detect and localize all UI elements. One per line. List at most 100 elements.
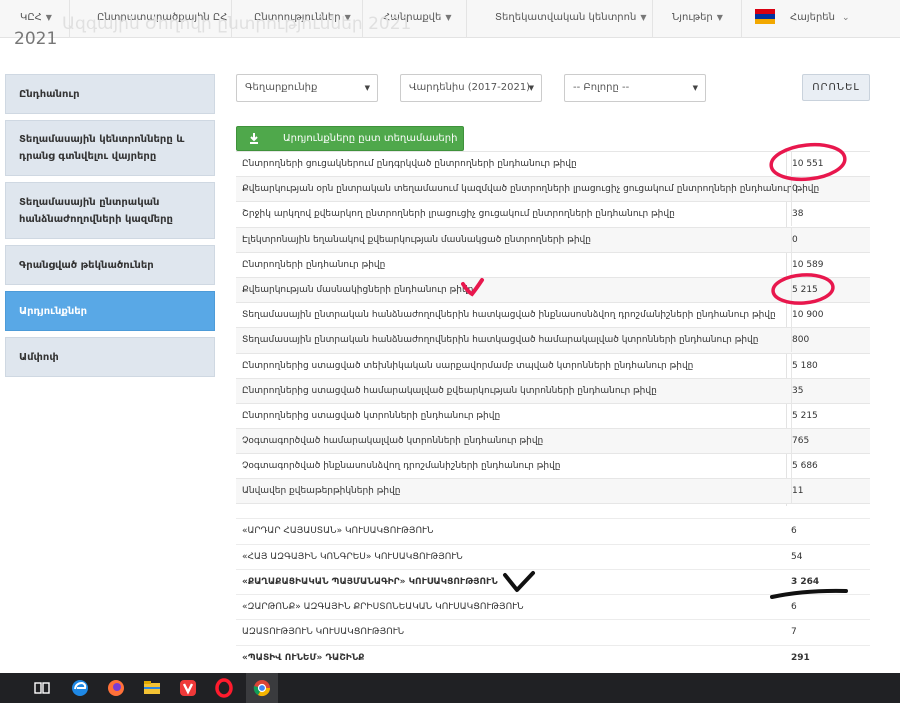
page-title-year: 2021 [14, 29, 58, 49]
stat-label: Շրջիկ արկղով քվեարկող ընտրողների լրացուց… [242, 209, 675, 220]
nav-divider [741, 0, 742, 38]
party-votes: 54 [791, 552, 803, 562]
chevron-down-icon: ▼ [640, 13, 647, 22]
file-explorer-icon[interactable] [142, 678, 162, 698]
sidebar-item-label: Արդյունքներ [19, 305, 88, 317]
nav-item-info-center[interactable]: Տեղեկատվական կենտրոն ▼ [495, 0, 646, 38]
language-label: Հայերեն [790, 12, 835, 23]
stat-value: 35 [791, 378, 803, 403]
table-row: Ընտրողների ցուցակներում ընդգրկված ընտրող… [236, 151, 870, 176]
party-votes: 6 [791, 602, 797, 612]
stat-label: Քվեարկության օրն ընտրական տեղամասում կազ… [242, 184, 820, 195]
table-row: Ընտրողների ընդհանուր թիվը 10 589 [236, 251, 870, 277]
download-results-button[interactable]: Արդյունքները ըստ տեղամասերի [236, 126, 464, 151]
sidebar-item-summary[interactable]: Ամփոփ [5, 337, 215, 377]
stat-label: Տեղամասային ընտրական հանձնաժողովներին հա… [242, 310, 776, 321]
sidebar-item-label: Ամփոփ [19, 351, 59, 363]
party-row: «ՔԱՂԱՔԱՑԻԱԿԱՆ ՊԱՅՄԱՆԱԳԻՐ» ԿՈՒՍԱԿՑՈՒԹՅՈՒՆ… [236, 569, 870, 594]
precinct-select[interactable]: -- Բոլորը -- ▼ [564, 74, 706, 102]
stat-value: 10 589 [791, 252, 824, 277]
stat-value: 38 [791, 202, 803, 227]
sidebar-item-commission-compositions[interactable]: Տեղամասային ընտրական հանձնաժողովների կազ… [5, 182, 215, 239]
table-row: Տեղամասային ընտրական հանձնաժողովներին հա… [236, 302, 870, 328]
nav-item-materials[interactable]: Նյութեր ▼ [672, 0, 723, 38]
sidebar-item-polling-stations[interactable]: Տեղամասային կենտրոնները և դրանց գտնվելու… [5, 120, 215, 176]
search-button[interactable]: ՈՐՈՆԵԼ [802, 74, 870, 101]
caret-down-icon: ▼ [528, 84, 534, 92]
party-name: «ՔԱՂԱՔԱՑԻԱԿԱՆ ՊԱՅՄԱՆԱԳԻՐ» ԿՈՒՍԱԿՑՈՒԹՅՈՒՆ [242, 577, 498, 587]
opera-icon[interactable] [214, 678, 234, 698]
caret-down-icon: ▼ [692, 84, 698, 92]
stat-label: Ընտրողների ընդհանուր թիվը [242, 259, 386, 270]
edge-icon[interactable] [70, 678, 90, 698]
stat-value: 5 215 [791, 403, 818, 428]
chevron-down-icon: ⌄ [842, 13, 850, 23]
party-name: «ՀԱՅ ԱԶԳԱՅԻՆ ԿՈՆԳՐԵՍ» ԿՈՒՍԱԿՑՈՒԹՅՈՒՆ [242, 552, 463, 562]
chevron-down-icon: ▼ [716, 13, 723, 22]
sidebar-item-general[interactable]: Ընդհանուր [5, 74, 215, 114]
table-row: Շրջիկ արկղով քվեարկող ընտրողների լրացուց… [236, 201, 870, 227]
stat-label: Քվեարկության մասնակիցների ընդհանուր թիվը [242, 284, 474, 295]
region-select[interactable]: Գեղարքունիք ▼ [236, 74, 378, 102]
stat-label: Անվավեր քվեաթերթիկների թիվը [242, 486, 401, 497]
party-row: «ԶԱՐԹՈՆՔ» ԱԶԳԱՅԻՆ ՔՐԻՍՏՈՆԵԱԿԱՆ ԿՈՒՍԱԿՑՈՒ… [236, 594, 870, 619]
sidebar-item-label: Տեղամասային ընտրական հանձնաժողովների կազ… [19, 196, 173, 225]
stat-value: 5 215 [791, 277, 818, 302]
stat-value: 0 [791, 227, 798, 252]
sidebar-item-results[interactable]: Արդյունքներ [5, 291, 215, 331]
table-row: Քվեարկության մասնակիցների ընդհանուր թիվը… [236, 276, 870, 303]
sidebar-item-label: Ընդհանուր [19, 88, 80, 100]
table-row: Էլեկտրոնային եղանակով քվեարկության մասնա… [236, 226, 870, 252]
party-name: «ՊԱՏԻՎ ՈՒՆԵՄ» ԴԱՇԻՆՔ [242, 653, 365, 663]
task-view-icon[interactable] [32, 678, 52, 698]
district-select-value: Վարդենիս (2017-2021) [409, 82, 531, 93]
region-select-value: Գեղարքունիք [245, 82, 318, 93]
sidebar-item-label: Տեղամասային կենտրոնները և դրանց գտնվելու… [19, 134, 185, 162]
page-title-scrolled: Ազգային Ժողովի ընտրություններ 2021 [62, 14, 412, 34]
sidebar-item-label: Գրանցված թեկնածուներ [19, 259, 154, 271]
party-name: «ԶԱՐԹՈՆՔ» ԱԶԳԱՅԻՆ ՔՐԻՍՏՈՆԵԱԿԱՆ ԿՈՒՍԱԿՑՈՒ… [242, 602, 524, 612]
party-row: «ՊԱՏԻՎ ՈՒՆԵՄ» ԴԱՇԻՆՔ 291 [236, 645, 870, 670]
stat-label: Ընտրողներից ստացված համարակալված քվեարկո… [242, 385, 657, 396]
language-selector[interactable]: Հայերեն [790, 0, 835, 38]
nav-item-label: Տեղեկատվական կենտրոն [495, 12, 637, 23]
chrome-icon[interactable] [252, 678, 272, 698]
chevron-down-icon: ▼ [45, 13, 52, 22]
chevron-down-icon: ▼ [445, 13, 452, 22]
district-select[interactable]: Վարդենիս (2017-2021) ▼ [400, 74, 542, 102]
stat-value: 10 551 [791, 152, 824, 176]
stat-value: 5 180 [791, 353, 818, 378]
stat-value: 0 [791, 177, 798, 202]
table-row: Տեղամասային ընտրական հանձնաժողովներին հա… [236, 327, 870, 353]
results-stats-table: Ընտրողների ցուցակներում ընդգրկված ընտրող… [236, 151, 870, 504]
table-row: Չօգտագործված ինքնասոսնձվող դրոշմանիշների… [236, 453, 870, 479]
nav-divider [652, 0, 653, 38]
stat-label: Ընտրողների ցուցակներում ընդգրկված ընտրող… [242, 159, 577, 169]
windows-taskbar [0, 673, 900, 703]
table-row: Անվավեր քվեաթերթիկների թիվը 11 [236, 478, 870, 504]
download-results-label: Արդյունքները ըստ տեղամասերի [283, 133, 458, 144]
party-votes: 7 [791, 627, 797, 637]
stat-value: 5 686 [791, 454, 818, 479]
firefox-icon[interactable] [106, 678, 126, 698]
stat-label: Չօգտագործված համարակալված կտրոնների ընդհ… [242, 436, 544, 447]
stat-label: Ընտրողներից ստացված կտրոնների ընդհանուր … [242, 410, 501, 421]
sidebar-item-candidates[interactable]: Գրանցված թեկնածուներ [5, 245, 215, 285]
table-row: Քվեարկության օրն ընտրական տեղամասում կազ… [236, 176, 870, 202]
party-name: «ԱՐԴԱՐ ՀԱՅԱՍՏԱՆ» ԿՈՒՍԱԿՑՈՒԹՅՈՒՆ [242, 526, 434, 536]
party-name: ԱԶԱՏՈՒԹՅՈՒՆ ԿՈՒՍԱԿՑՈՒԹՅՈՒՆ [242, 627, 405, 637]
vivaldi-icon[interactable] [178, 678, 198, 698]
stat-label: Էլեկտրոնային եղանակով քվեարկության մասնա… [242, 234, 591, 245]
armenia-flag-icon[interactable] [755, 9, 775, 24]
caret-down-icon: ▼ [364, 84, 370, 92]
party-row: «ԱՐԴԱՐ ՀԱՅԱՍՏԱՆ» ԿՈՒՍԱԿՑՈՒԹՅՈՒՆ 6 [236, 518, 870, 543]
party-votes: 3 264 [791, 577, 820, 587]
precinct-select-value: -- Բոլորը -- [573, 82, 630, 93]
stat-label: Ընտրողներից ստացված տեխնիկական սարքավորմ… [242, 360, 694, 371]
party-row: ԱԶԱՏՈՒԹՅՈՒՆ ԿՈՒՍԱԿՑՈՒԹՅՈՒՆ 7 [236, 619, 870, 644]
party-votes: 291 [791, 653, 810, 663]
nav-item-label: ԿԸՀ [20, 12, 42, 23]
nav-divider [466, 0, 467, 38]
stat-label: Չօգտագործված ինքնասոսնձվող դրոշմանիշների… [242, 461, 561, 472]
stat-value: 800 [791, 328, 809, 353]
